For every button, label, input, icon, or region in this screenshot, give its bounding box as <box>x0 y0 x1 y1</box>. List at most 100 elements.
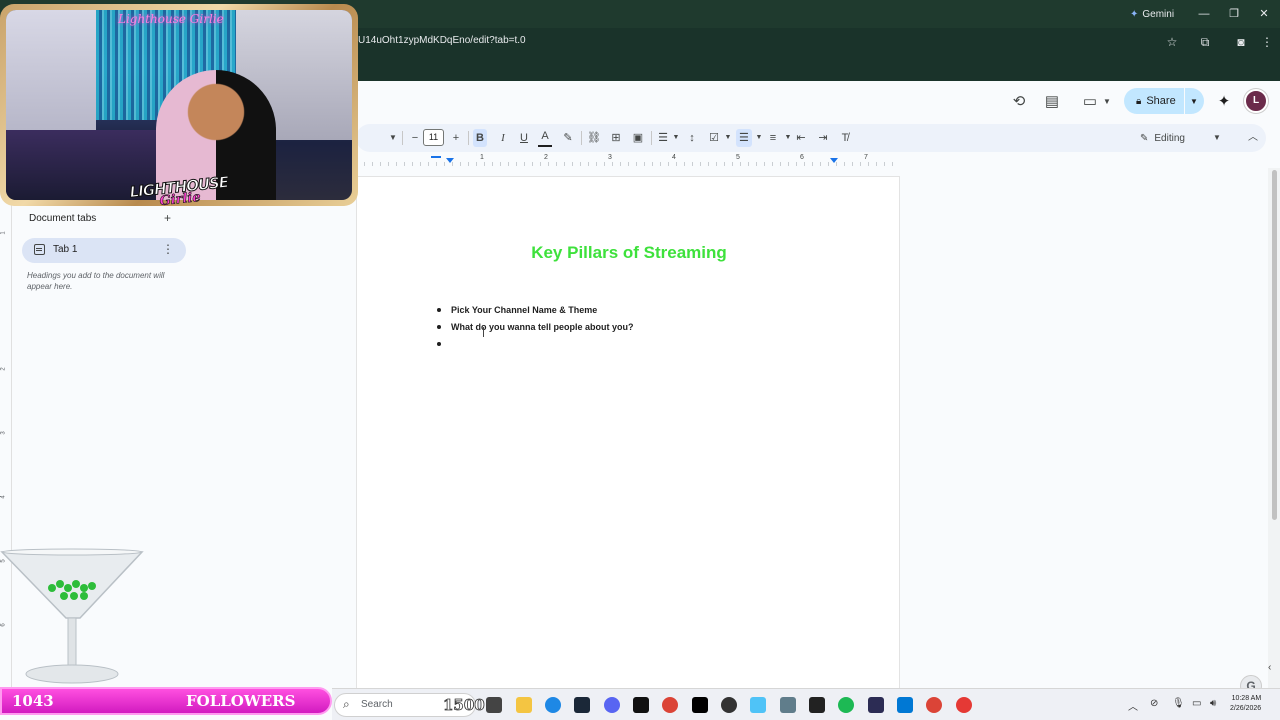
text-color-icon[interactable]: A <box>538 129 552 147</box>
ruler-number: 7 <box>864 154 868 161</box>
restore-button[interactable]: ❐ <box>1224 4 1244 24</box>
decrease-indent-icon[interactable]: ⇤ <box>794 129 808 147</box>
decrease-font-icon[interactable]: − <box>408 129 422 147</box>
checklist-icon[interactable]: ☑ <box>707 129 721 147</box>
insert-image-icon[interactable]: ▣ <box>631 129 645 147</box>
app-icon[interactable] <box>750 697 766 713</box>
cast-icon[interactable]: ⧉ <box>1196 33 1214 51</box>
webcam-overlay: Lighthouse Girlie <box>0 4 358 206</box>
tab-label: Tab 1 <box>53 244 78 255</box>
comments-icon[interactable]: ▤ <box>1042 92 1062 112</box>
link-icon[interactable]: ⛓ <box>587 129 601 147</box>
share-button[interactable]: 🔒︎ Share ▼ <box>1124 88 1204 114</box>
version-history-icon[interactable]: ⟲ <box>1009 92 1029 112</box>
chrome-icon[interactable] <box>926 697 942 713</box>
bookmark-star-icon[interactable]: ☆ <box>1163 33 1181 51</box>
document-title[interactable]: Key Pillars of Streaming <box>357 243 901 263</box>
minimize-button[interactable]: — <box>1194 4 1214 24</box>
system-clock[interactable]: 10:28 AM 2/26/2026 <box>1230 694 1261 714</box>
app-icon[interactable] <box>692 697 708 713</box>
list-item[interactable] <box>437 338 634 355</box>
ruler-number: 6 <box>800 154 804 161</box>
ruler-number: 2 <box>544 154 548 161</box>
bulleted-list-icon[interactable]: ☰ <box>736 129 752 147</box>
increase-indent-icon[interactable]: ⇥ <box>816 129 830 147</box>
underline-icon[interactable]: U <box>517 129 531 147</box>
side-panel-arrow-icon[interactable]: ‹ <box>1268 662 1271 673</box>
windows-taskbar: ⌕ Search 1500 ︿ ⊘ 🎙︎ ▭ 🔊︎ 10:28 AM 2/26/… <box>332 688 1280 720</box>
add-comment-icon[interactable]: ⊞ <box>609 129 623 147</box>
align-dropdown-icon[interactable]: ▼ <box>669 129 683 147</box>
vruler-number: 2 <box>0 367 7 371</box>
document-page[interactable]: Key Pillars of Streaming Pick Your Chann… <box>356 176 900 688</box>
collapse-toolbar-icon[interactable]: ︿ <box>1248 129 1258 147</box>
follower-label: FOLLOWERS <box>186 692 296 710</box>
gemini-button[interactable]: ✦ Gemini <box>1122 5 1182 23</box>
menu-dots-icon[interactable]: ⋮ <box>1258 33 1276 51</box>
gemini-sparkle-icon[interactable]: ✦ <box>1214 92 1234 112</box>
sidebar-item-tab-1[interactable]: Tab 1 ⋮ <box>22 238 186 263</box>
numbered-list-icon[interactable]: ≡ <box>766 129 780 147</box>
font-dropdown-icon[interactable]: ▼ <box>386 129 400 147</box>
edge-icon[interactable] <box>545 697 561 713</box>
outline-hint: Headings you add to the document will ap… <box>27 271 165 291</box>
avatar[interactable]: L <box>1244 89 1268 113</box>
media-player-icon[interactable] <box>721 697 737 713</box>
spotify-icon[interactable] <box>838 697 854 713</box>
checklist-dropdown-icon[interactable]: ▼ <box>721 129 735 147</box>
taskbar-search[interactable]: ⌕ Search 1500 <box>334 693 485 717</box>
microphone-icon[interactable]: 🎙︎ <box>1172 698 1185 709</box>
url-field[interactable]: U14uOht1zypMdKDqEno/edit?tab=t.0 <box>358 35 526 46</box>
editing-mode-button[interactable]: ✎ Editing <box>1140 129 1185 147</box>
volume-icon[interactable]: 🔊︎ <box>1210 698 1216 709</box>
horizontal-ruler[interactable]: 1 2 3 4 5 6 7 <box>356 154 900 168</box>
scrollbar-thumb[interactable] <box>1272 170 1277 520</box>
toolbar-divider <box>651 131 652 145</box>
meet-dropdown-icon[interactable]: ▼ <box>1097 92 1117 112</box>
vruler-number: 1 <box>0 231 7 235</box>
display-icon[interactable]: ▭ <box>1192 698 1201 709</box>
highlight-icon[interactable]: ✎ <box>561 129 575 147</box>
network-icon[interactable]: ⊘ <box>1150 698 1158 709</box>
bullet-dropdown-icon[interactable]: ▼ <box>752 129 766 147</box>
discord-icon[interactable] <box>604 697 620 713</box>
right-indent-marker[interactable] <box>830 158 838 163</box>
ruler-track <box>356 162 900 166</box>
follower-count: 1043 <box>12 692 54 710</box>
share-dropdown-icon[interactable]: ▼ <box>1185 97 1198 106</box>
search-icon: ⌕ <box>343 697 350 711</box>
app-icon[interactable] <box>897 697 913 713</box>
capcut-icon[interactable] <box>809 697 825 713</box>
editing-dropdown-icon[interactable]: ▼ <box>1213 129 1221 147</box>
editing-mode-label: Editing <box>1154 132 1185 144</box>
list-item[interactable]: What do you wanna tell people about you? <box>437 321 634 338</box>
line-spacing-icon[interactable]: ↕ <box>685 129 699 147</box>
font-size-input[interactable]: 11 <box>423 129 444 146</box>
app-icon[interactable] <box>868 697 884 713</box>
tray-expand-icon[interactable]: ︿ <box>1128 698 1138 713</box>
tab-options-icon[interactable]: ⋮ <box>162 242 174 256</box>
close-button[interactable]: ✕ <box>1254 4 1274 24</box>
webcam-feed: Lighthouse Girlie <box>6 10 352 200</box>
chrome-icon[interactable] <box>662 697 678 713</box>
numbered-dropdown-icon[interactable]: ▼ <box>781 129 795 147</box>
left-indent-marker[interactable] <box>446 158 454 163</box>
align-left-icon[interactable]: ☰ <box>656 129 670 147</box>
task-view-icon[interactable] <box>486 697 502 713</box>
increase-font-icon[interactable]: + <box>449 129 463 147</box>
app-icon[interactable] <box>956 697 972 713</box>
file-explorer-icon[interactable] <box>516 697 532 713</box>
ruler-number: 5 <box>736 154 740 161</box>
italic-icon[interactable]: I <box>496 129 510 147</box>
obs-icon[interactable] <box>633 697 649 713</box>
share-label: Share <box>1146 95 1176 107</box>
bold-icon[interactable]: B <box>473 129 487 147</box>
calculator-icon[interactable] <box>780 697 796 713</box>
first-line-indent-marker[interactable] <box>431 156 441 158</box>
profile-icon[interactable]: ◙ <box>1232 33 1250 51</box>
list-item[interactable]: Pick Your Channel Name & Theme <box>437 304 634 321</box>
pencil-icon: ✎ <box>1140 132 1149 144</box>
bullet-list[interactable]: Pick Your Channel Name & Theme What do y… <box>437 304 634 355</box>
steam-icon[interactable] <box>574 697 590 713</box>
clear-formatting-icon[interactable]: T̸ <box>838 129 852 147</box>
